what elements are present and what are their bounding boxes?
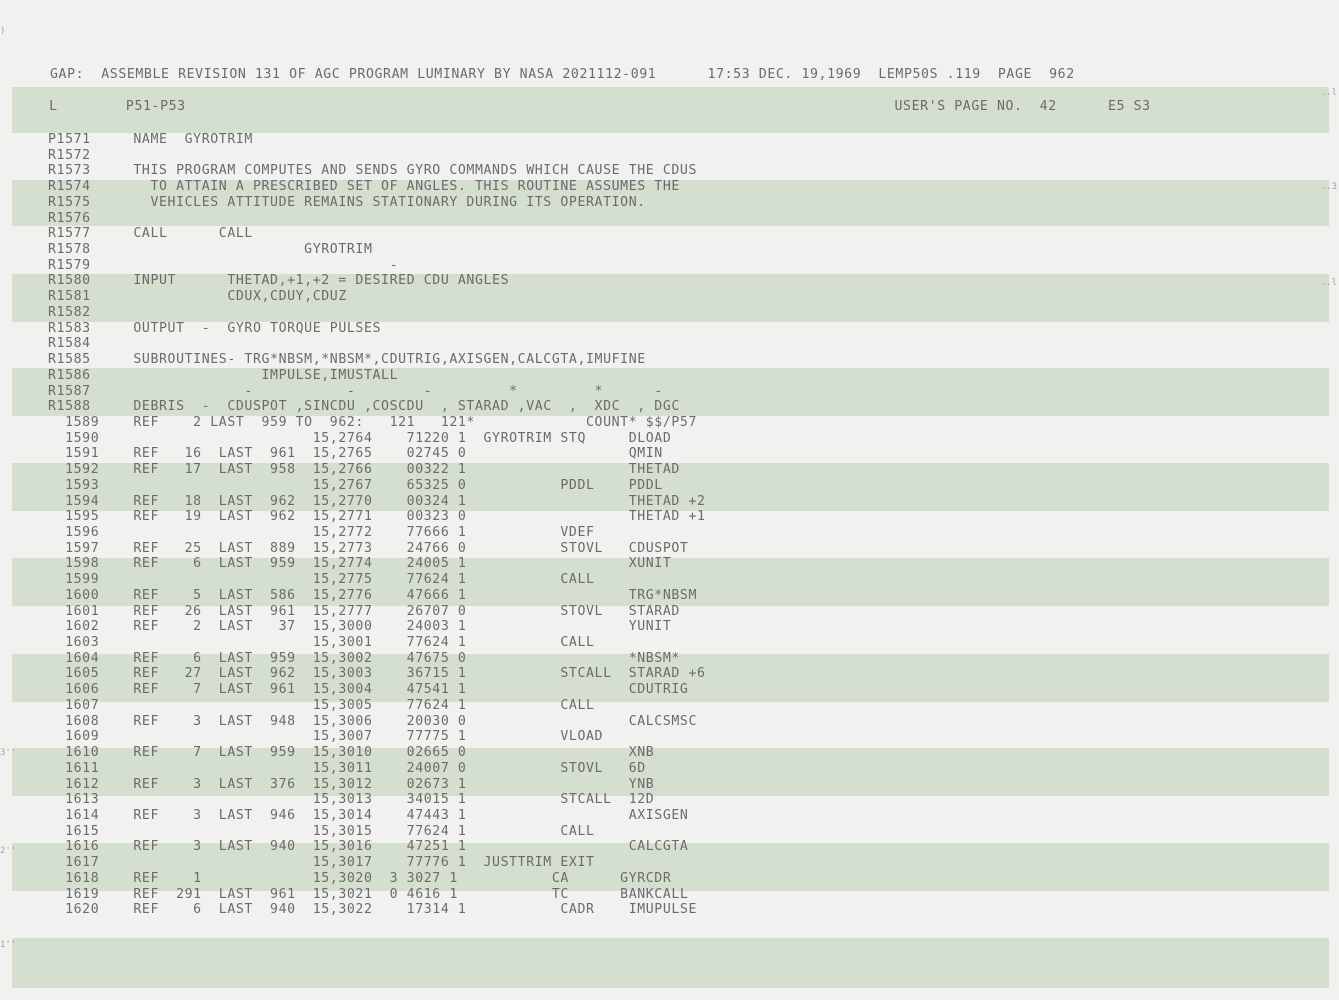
listing-line: R1574 TO ATTAIN A PRESCRIBED SET OF ANGL…	[48, 179, 680, 195]
listing-line: 1609 15,3007 77775 1 VLOAD	[48, 729, 604, 745]
listing-line: 1603 15,3001 77624 1 CALL	[48, 635, 595, 651]
listing-line: 1617 15,3017 77776 1 JUSTTRIM EXIT	[48, 855, 595, 871]
listing-line: 1608 REF 3 LAST 948 15,3006 20030 0 CALC…	[48, 713, 698, 729]
listing-line: R1586 IMPULSE,IMUSTALL	[48, 367, 399, 383]
listing-line: 1612 REF 3 LAST 376 15,3012 02673 1 YNB	[48, 776, 655, 792]
listing-line: 1602 REF 2 LAST 37 15,3000 24003 1 YUNIT	[48, 619, 672, 635]
listing-line: R1578 GYROTRIM	[48, 242, 373, 258]
listing-line: R1577 CALL CALL	[48, 226, 253, 242]
listing-line: 1598 REF 6 LAST 959 15,2774 24005 1 XUNI…	[48, 556, 672, 572]
listing-line: 1601 REF 26 LAST 961 15,2777 26707 0 STO…	[48, 603, 680, 619]
listing-line: R1581 CDUX,CDUY,CDUZ	[48, 289, 347, 305]
listing-line: R1585 SUBROUTINES- TRG*NBSM,*NBSM*,CDUTR…	[48, 352, 646, 368]
margin-mark: 3''	[0, 748, 17, 758]
listing-line: 1619 REF 291 LAST 961 15,3021 0 4616 1 T…	[48, 886, 689, 902]
listing-line: 1605 REF 27 LAST 962 15,3003 36715 1 STC…	[48, 666, 706, 682]
margin-mark: ..l	[1320, 88, 1337, 98]
listing-line: R1584	[48, 336, 91, 352]
listing-line: 1590 15,2764 71220 1 GYROTRIM STQ DLOAD	[48, 430, 672, 446]
listing-line: 1616 REF 3 LAST 940 15,3016 47251 1 CALC…	[48, 839, 689, 855]
listing-line: 1600 REF 5 LAST 586 15,2776 47666 1 TRG*…	[48, 587, 698, 603]
listing-header: GAP: ASSEMBLE REVISION 131 OF AGC PROGRA…	[50, 67, 1075, 82]
listing-line: 1620 REF 6 LAST 940 15,3022 17314 1 CADR…	[48, 902, 698, 918]
listing-line: R1579 -	[48, 257, 399, 273]
listing-line: R1572	[48, 147, 91, 163]
margin-mark: ..3	[1320, 182, 1337, 192]
ledger-band	[12, 938, 1329, 988]
listing-line: 1592 REF 17 LAST 958 15,2766 00322 1 THE…	[48, 462, 680, 478]
listing-line: R1573 THIS PROGRAM COMPUTES AND SENDS GY…	[48, 163, 698, 179]
listing-line: P1571 NAME GYROTRIM	[48, 132, 253, 147]
listing-line: R1575 VEHICLES ATTITUDE REMAINS STATIONA…	[48, 194, 646, 210]
listing-line: R1580 INPUT THETAD,+1,+2 = DESIRED CDU A…	[48, 273, 510, 289]
listing-line: 1593 15,2767 65325 0 PDDL PDDL	[48, 477, 663, 493]
listing-line: 1595 REF 19 LAST 962 15,2771 00323 0 THE…	[48, 509, 706, 525]
margin-mark: )	[0, 26, 6, 36]
listing-line: 1599 15,2775 77624 1 CALL	[48, 572, 595, 588]
listing-line: 1597 REF 25 LAST 889 15,2773 24766 0 STO…	[48, 540, 689, 556]
listing-line: R1583 OUTPUT - GYRO TORQUE PULSES	[48, 320, 382, 336]
page-title: L P51-P53 USER'S PAGE NO. 42 E5 S3	[32, 99, 1151, 114]
listing-line: 1618 REF 1 15,3020 3 3027 1 CA GYRCDR	[48, 870, 672, 886]
margin-mark: 2''	[0, 846, 17, 856]
listing-line: 1589 REF 2 LAST 959 TO 962: 121 121* COU…	[48, 414, 698, 430]
listing-line: R1582	[48, 304, 91, 320]
listing-line: 1606 REF 7 LAST 961 15,3004 47541 1 CDUT…	[48, 682, 689, 698]
margin-mark: ..l	[1320, 278, 1337, 288]
listing-line: R1587 - - - * * -	[48, 383, 663, 399]
listing-line: 1594 REF 18 LAST 962 15,2770 00324 1 THE…	[48, 493, 706, 509]
listing-line: 1604 REF 6 LAST 959 15,3002 47675 0 *NBS…	[48, 650, 680, 666]
listing-line: 1614 REF 3 LAST 946 15,3014 47443 1 AXIS…	[48, 807, 689, 823]
listing-line: R1588 DEBRIS - CDUSPOT ,SINCDU ,COSCDU ,…	[48, 399, 680, 415]
listing-line: 1610 REF 7 LAST 959 15,3010 02665 0 XNB	[48, 745, 655, 761]
margin-mark: 1''	[0, 940, 17, 950]
listing-line: 1613 15,3013 34015 1 STCALL 12D	[48, 792, 655, 808]
listing-line: 1596 15,2772 77666 1 VDEF	[48, 525, 595, 540]
listing-line: 1591 REF 16 LAST 961 15,2765 02745 0 QMI…	[48, 446, 663, 462]
listing-line: 1615 15,3015 77624 1 CALL	[48, 823, 595, 839]
listing-line: R1576	[48, 210, 91, 226]
listing-line: 1611 15,3011 24007 0 STOVL 6D	[48, 760, 646, 776]
listing-line: 1607 15,3005 77624 1 CALL	[48, 697, 595, 713]
